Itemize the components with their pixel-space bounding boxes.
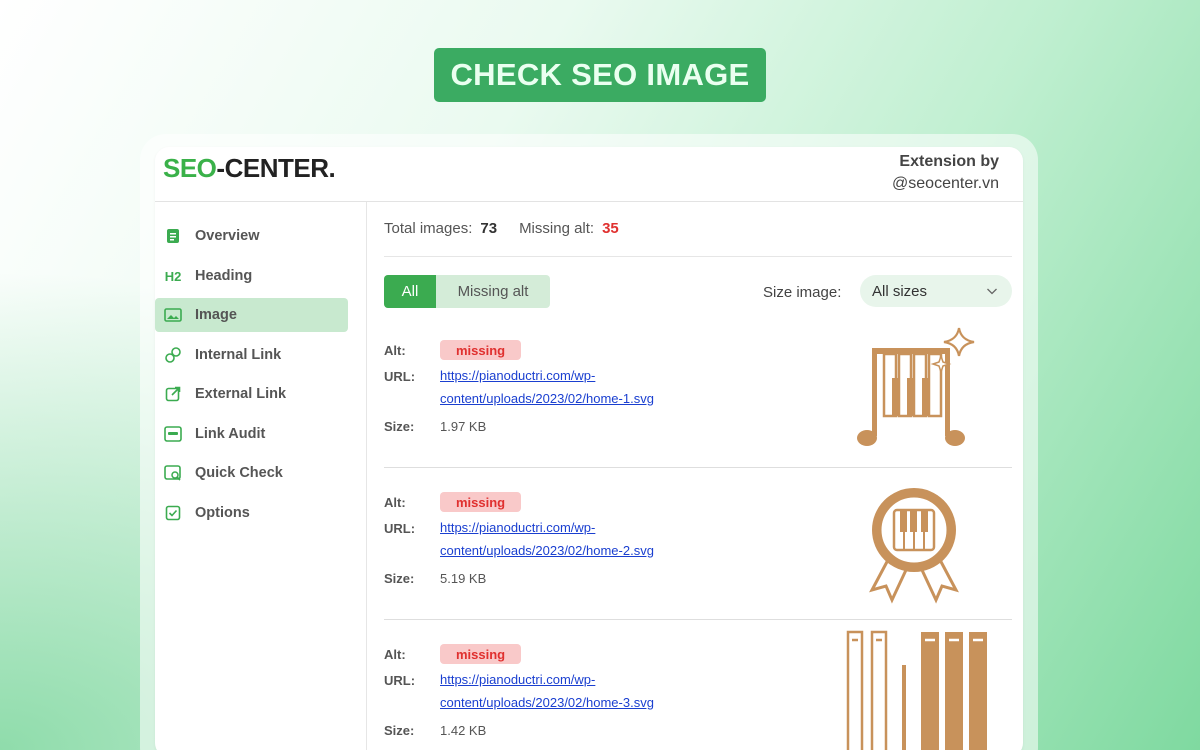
sidebar-item-label: Overview [195,228,260,244]
total-images-value: 73 [480,220,498,237]
sidebar-item-link-audit[interactable]: Link Audit [155,417,348,451]
document-icon [164,227,182,245]
missing-alt-value: 35 [602,220,619,237]
alt-missing-badge: missing [440,644,522,664]
filter-missing-alt-button[interactable]: Missing alt [436,275,550,308]
image-item: Alt: missing URL: https://pianoductri.co… [384,620,1012,750]
external-link-icon [164,385,182,403]
sidebar-item-label: Image [195,307,237,323]
sidebar-item-label: Heading [195,268,253,284]
stats-divider [384,256,1012,257]
image-item: Alt: missing URL: https://pianoductri.co… [384,468,1012,620]
quick-check-icon [164,464,182,482]
size-label: Size: [384,723,415,738]
url-label: URL: [384,369,416,384]
image-url-link[interactable]: https://pianoductri.com/wp-content/uploa… [440,668,700,714]
total-images-label: Total images: [384,220,473,237]
piano-keys-icon[interactable] [844,630,987,750]
image-item: Alt: missing URL: https://pianoductri.co… [384,316,1012,468]
image-size: 1.42 KB [440,723,487,738]
chevron-down-icon [986,284,998,301]
sidebar-item-label: Internal Link [195,347,282,363]
image-size: 1.97 KB [440,419,487,434]
size-select-value: All sizes [872,282,928,300]
seocenter-logo[interactable]: SEO-CENTER. [163,153,336,184]
size-image-label: Size image: [763,284,842,301]
byline-handle[interactable]: @seocenter.vn [892,173,999,195]
extension-byline: Extension by @seocenter.vn [892,151,999,195]
alt-label: Alt: [384,647,406,662]
link-icon [164,346,182,364]
sidebar-item-label: Options [195,505,250,521]
sidebar-item-label: Quick Check [195,465,283,481]
image-size: 5.19 KB [440,571,487,586]
missing-alt-label: Missing alt: [519,220,595,237]
size-image-select[interactable]: All sizes [860,275,1012,307]
alt-filter-toggle: All Missing alt [384,275,550,308]
sidebar-item-label: External Link [195,386,287,402]
image-stats: Total images: 73 Missing alt: 35 [384,220,641,237]
filter-all-button[interactable]: All [384,275,436,308]
image-url-link[interactable]: https://pianoductri.com/wp-content/uploa… [440,364,700,410]
sidebar-item-image[interactable]: Image [155,298,348,332]
checkbox-icon [164,504,182,522]
h2-icon: H2 [164,268,182,284]
sidebar-item-options[interactable]: Options [155,496,348,530]
image-url-link[interactable]: https://pianoductri.com/wp-content/uploa… [440,516,700,562]
byline-title: Extension by [899,153,999,170]
alt-label: Alt: [384,495,406,510]
piano-award-badge-icon[interactable] [844,478,984,608]
sidebar-item-heading[interactable]: H2 Heading [155,259,348,293]
url-label: URL: [384,673,416,688]
image-icon [164,306,182,324]
page-banner-title: CHECK SEO IMAGE [434,48,766,102]
alt-label: Alt: [384,343,406,358]
sidebar-item-quick-check[interactable]: Quick Check [155,456,348,490]
sidebar-item-label: Link Audit [195,426,266,442]
sidebar-item-external-link[interactable]: External Link [155,377,348,411]
image-report: Total images: 73 Missing alt: 35 All Missin… [384,202,1012,750]
link-audit-icon [164,425,182,443]
sidebar-item-overview[interactable]: Overview [155,219,348,253]
extension-panel: SEO-CENTER. Extension by @seocenter.vn O… [155,147,1023,750]
url-label: URL: [384,521,416,536]
size-label: Size: [384,571,415,586]
alt-missing-badge: missing [440,492,522,512]
sidebar-item-internal-link[interactable]: Internal Link [155,338,348,372]
size-label: Size: [384,419,415,434]
sidebar: Overview H2 Heading Image Internal Link … [155,202,367,750]
piano-music-note-icon[interactable] [844,326,984,456]
alt-missing-badge: missing [440,340,522,360]
